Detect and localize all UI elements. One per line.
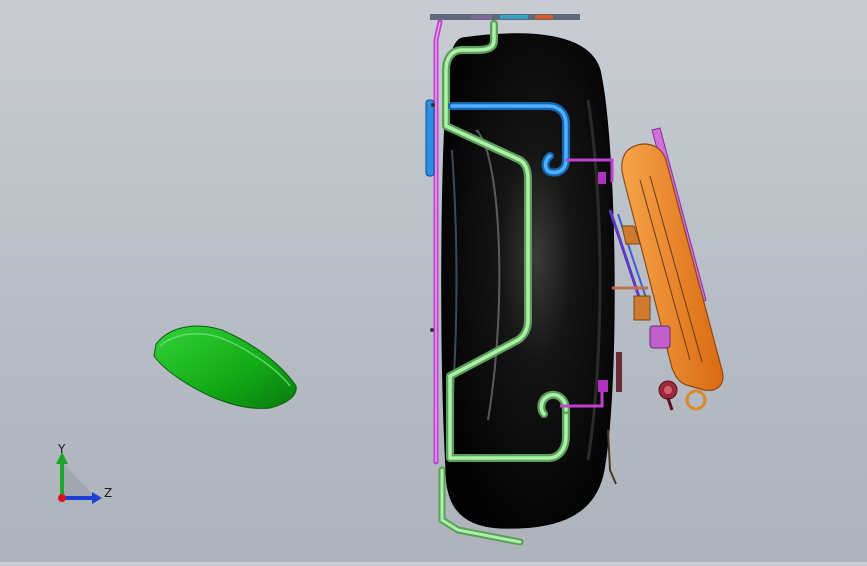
coordinate-triad: Y Z bbox=[44, 440, 124, 510]
cad-graphics-viewport[interactable]: Y Z bbox=[0, 0, 867, 562]
y-axis-label: Y bbox=[58, 442, 66, 456]
green-pad-part[interactable] bbox=[153, 325, 297, 409]
z-axis-label: Z bbox=[104, 486, 113, 500]
x-axis-dot bbox=[58, 494, 66, 502]
magenta-rail[interactable] bbox=[425, 19, 443, 465]
top-frame-strip[interactable] bbox=[430, 14, 580, 20]
triad-graphic bbox=[56, 452, 102, 504]
model-view[interactable] bbox=[0, 0, 867, 562]
triad-plane bbox=[62, 462, 96, 498]
lower-brace[interactable] bbox=[607, 429, 617, 485]
orange-bracket-assembly[interactable] bbox=[608, 127, 724, 411]
z-axis-head bbox=[92, 492, 102, 504]
